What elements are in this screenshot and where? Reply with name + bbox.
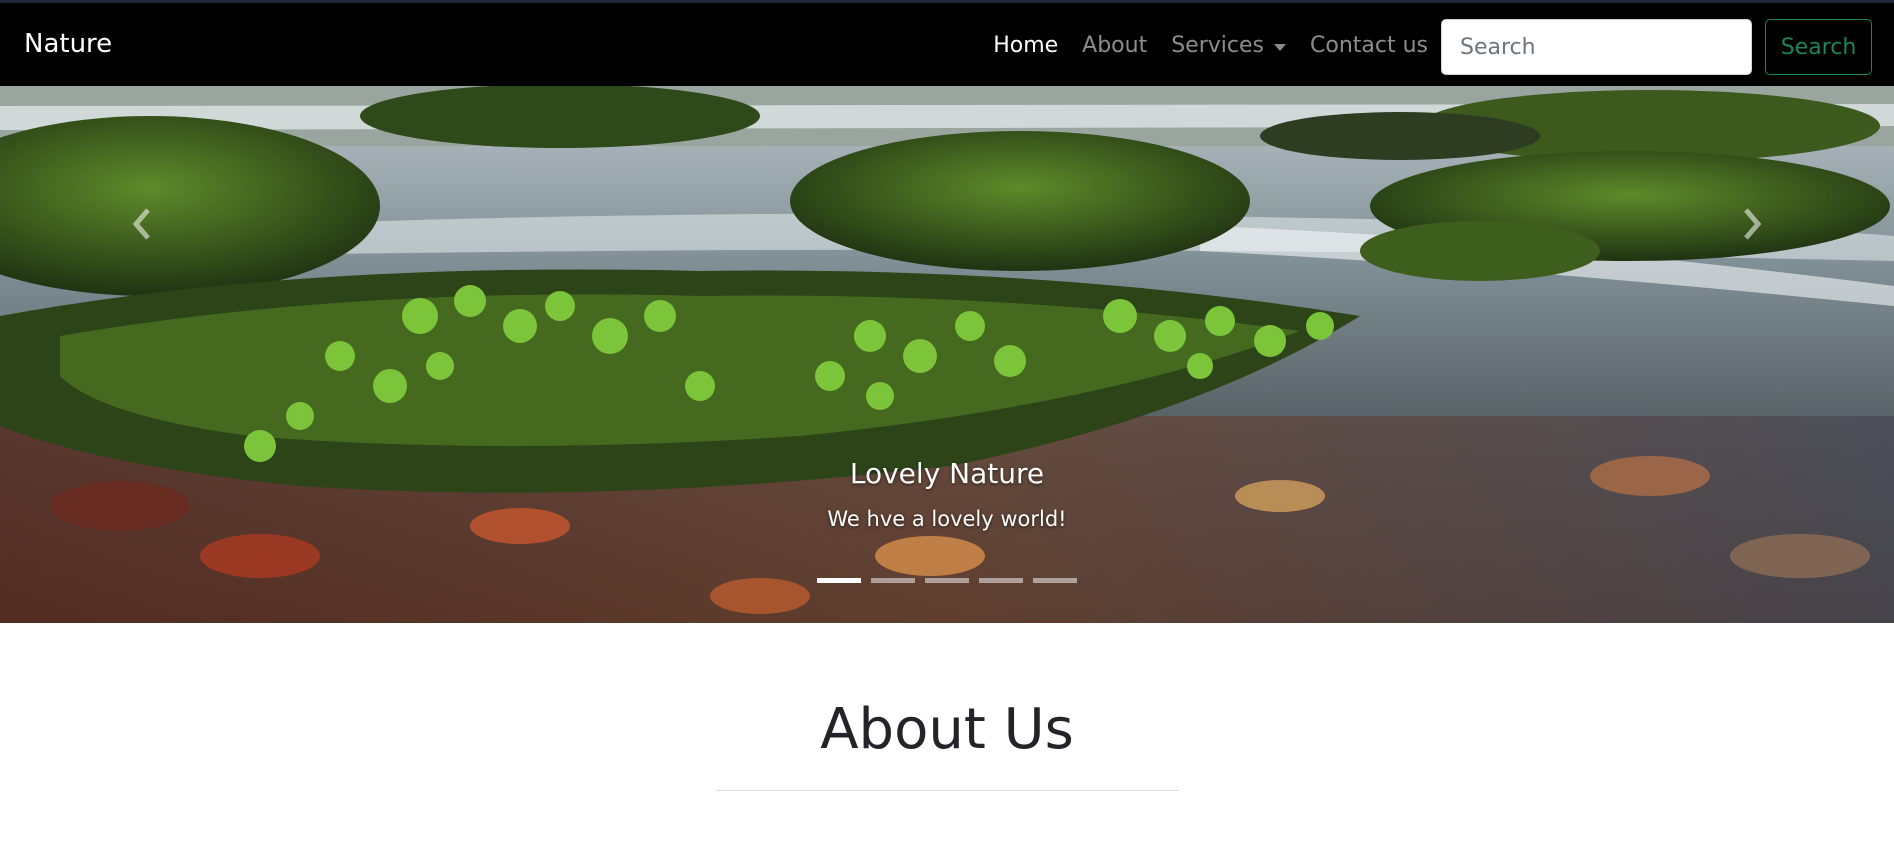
search-button[interactable]: Search — [1765, 19, 1872, 75]
carousel-caption-title: Lovely Nature — [849, 457, 1045, 490]
nav-link-contact[interactable]: Contact us — [1310, 29, 1428, 63]
carousel-indicator-2[interactable] — [871, 578, 915, 583]
carousel-indicator-3[interactable] — [925, 578, 969, 583]
brand-link[interactable]: Nature — [24, 27, 112, 61]
caret-down-icon — [1274, 43, 1286, 51]
about-heading: About Us — [820, 697, 1074, 762]
hero-image — [0, 86, 1894, 623]
nav-links: Home About Services Contact us — [969, 29, 1428, 63]
carousel-next-button[interactable] — [1722, 194, 1782, 254]
chevron-right-icon — [1744, 208, 1762, 240]
carousel-prev-button[interactable] — [112, 194, 172, 254]
carousel-indicator-5[interactable] — [1033, 578, 1077, 583]
carousel-indicators — [817, 578, 1087, 583]
carousel-caption-text: We hve a lovely world! — [827, 507, 1067, 531]
navbar: Nature Home About Services Contact us Se… — [0, 0, 1894, 86]
hero-carousel: Lovely Nature We hve a lovely world! — [0, 86, 1894, 623]
chevron-left-icon — [132, 208, 150, 240]
search-input[interactable] — [1441, 19, 1752, 75]
nav-link-about[interactable]: About — [1082, 29, 1147, 63]
nav-link-services-label: Services — [1171, 33, 1264, 58]
carousel-indicator-1[interactable] — [817, 578, 861, 583]
nav-link-services-dropdown[interactable]: Services — [1171, 29, 1286, 63]
carousel-indicator-4[interactable] — [979, 578, 1023, 583]
about-divider — [716, 790, 1179, 791]
nav-link-home[interactable]: Home — [993, 29, 1058, 63]
